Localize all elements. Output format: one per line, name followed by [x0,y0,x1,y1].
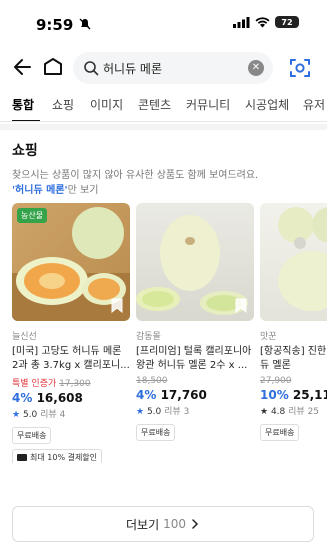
image-search-icon[interactable] [289,57,311,79]
bookmark-icon[interactable] [235,298,247,313]
discount-rate: 4% [136,388,157,402]
tab-contents[interactable]: 콘텐츠 [138,96,171,113]
free-shipping-badge: 무료배송 [260,424,300,441]
active-tab-indicator [12,120,40,121]
bell-muted-icon [79,18,91,30]
product-card[interactable]: 맛꾼 [항공직송] 진한 미국 허니듀 멜론 27,900 10% 25,110… [260,203,327,441]
section-divider [0,124,327,130]
price-line: 4% 16,608 [12,391,130,405]
show-more-count: 100 [163,517,187,531]
fresh-badge: 농산물 [17,208,48,223]
free-shipping-badge: 무료배송 [136,424,176,441]
product-title: [프리미엄] 털록 캘리포니아 왕관 허니듀 멜론 2수 x ... [136,346,252,371]
sale-price: 25,110 [292,388,327,402]
tab-users[interactable]: 유저 [303,96,325,113]
search-icon [84,61,99,76]
exact-query-term: '허니듀 메론' [12,185,68,196]
star-icon: ★ [136,407,145,417]
special-price-label: 특별 인증가 [12,379,57,389]
price-origin-line: 18,500 [136,376,254,386]
back-arrow-icon[interactable] [12,56,34,78]
seller-name: 감동몰 [136,332,161,342]
section-title: 쇼핑 [12,143,38,159]
melon-image [278,207,327,311]
product-image: 농산물 [12,203,130,321]
price-line: 10% 25,110 [260,388,327,402]
review-count: 리뷰 3 [164,407,190,417]
product-image [260,203,327,321]
payment-discount-badge: 최대 10% 결제할인 [12,449,103,463]
tab-shopping[interactable]: 쇼핑 [52,96,74,113]
rating-value: 5.0 [146,407,162,417]
search-input[interactable]: 허니듀 메론 ✕ [73,52,273,84]
card-icon [17,454,27,461]
seller-name: 맛꾼 [260,332,277,342]
status-bar: 9:59 72 [0,0,327,46]
status-time: 9:59 [36,16,74,34]
tab-integrated[interactable]: 통합 [12,96,34,113]
rating-value: 4.8 [270,407,286,417]
product-title: [항공직송] 진한 미국 허니듀 멜론 [260,346,327,371]
star-icon: ★ [260,407,269,417]
chevron-right-icon [192,519,199,529]
battery-indicator: 72 [275,16,299,28]
status-indicators: 72 [233,16,299,28]
search-header: 허니듀 메론 ✕ [0,50,327,86]
exact-query-link[interactable]: '허니듀 메론'만 보기 [12,181,98,196]
sale-price: 17,760 [160,388,207,402]
discount-rate: 4% [12,391,33,405]
clear-icon[interactable]: ✕ [248,60,264,76]
product-title: [미국] 고당도 허니듀 메론 2과 총 3.7kg x 캘리포니... [12,346,130,371]
rating-line: ★ 5.0 리뷰 3 [136,404,254,417]
original-price: 17,300 [59,379,91,389]
search-query: 허니듀 메론 [103,62,163,76]
discount-rate: 10% [260,388,289,402]
show-more-button[interactable]: 더보기 100 [12,506,314,542]
tab-community[interactable]: 커뮤니티 [186,96,230,113]
original-price: 27,900 [260,376,292,386]
show-more-label: 더보기 [125,517,160,532]
exact-query-suffix: 만 보기 [67,185,99,196]
original-price: 18,500 [136,376,168,386]
product-image [136,203,254,321]
wifi-icon [255,16,270,27]
home-icon[interactable] [42,56,64,78]
bookmark-icon[interactable] [111,298,123,313]
signal-icon [233,16,250,28]
product-carousel: 농산물 늘신선 [미국] 고당도 허니듀 메론 2과 총 3.7kg x 캘리포… [12,203,327,463]
price-line: 4% 17,760 [136,388,254,402]
review-count: 리뷰 4 [40,410,66,420]
rating-line: ★ 4.8 리뷰 25 [260,404,327,417]
review-count: 리뷰 25 [288,407,320,417]
rating-line: ★ 5.0 리뷰 4 [12,407,130,420]
tab-contractors[interactable]: 시공업체 [245,96,289,113]
seller-name: 늘신선 [12,332,37,342]
price-origin-line: 27,900 [260,376,327,386]
payment-discount-text: 최대 10% 결제할인 [30,453,98,462]
star-icon: ★ [12,410,21,420]
search-tabs: 통합 쇼핑 이미지 콘텐츠 커뮤니티 시공업체 유저 [0,90,327,122]
tab-images[interactable]: 이미지 [90,96,123,113]
product-card[interactable]: 농산물 늘신선 [미국] 고당도 허니듀 메론 2과 총 3.7kg x 캘리포… [12,203,130,463]
free-shipping-badge: 무료배송 [12,427,52,444]
price-origin-line: 특별 인증가 17,300 [12,376,130,389]
sale-price: 16,608 [36,391,83,405]
product-card[interactable]: 감동몰 [프리미엄] 털록 캘리포니아 왕관 허니듀 멜론 2수 x ... 1… [136,203,254,441]
rating-value: 5.0 [22,410,38,420]
section-description: 찾으시는 상품이 많지 않아 유사한 상품도 함께 보여드려요. [12,170,259,181]
